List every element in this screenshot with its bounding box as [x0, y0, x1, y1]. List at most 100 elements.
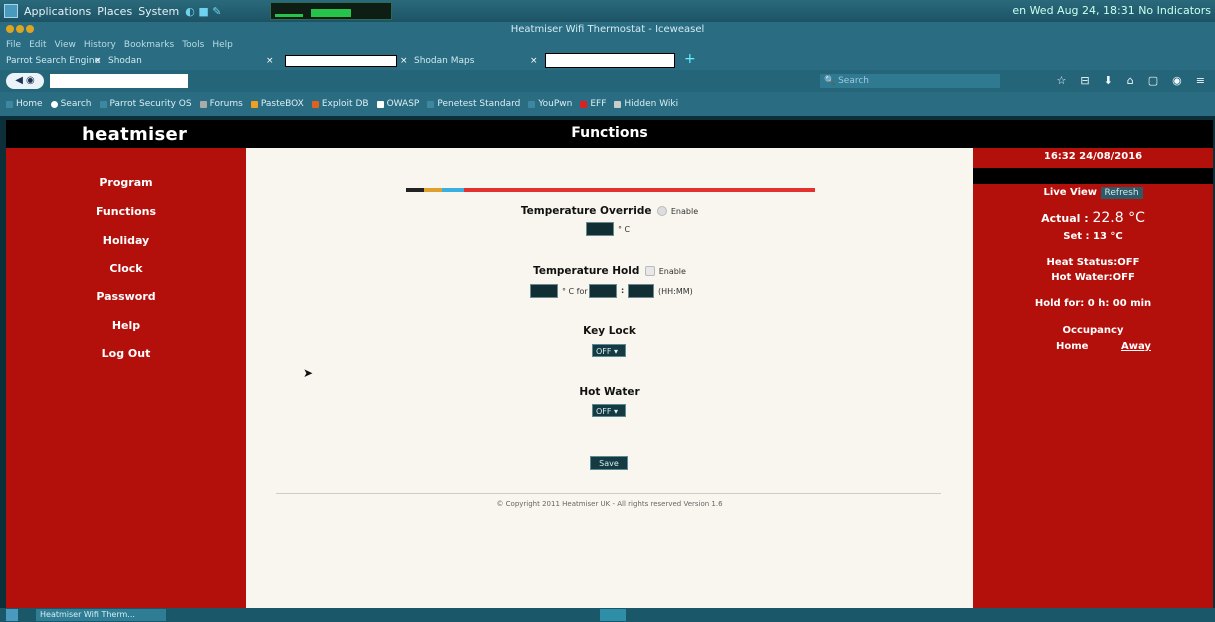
close-icon[interactable]: × — [400, 54, 408, 68]
bookmark-pentest-standard[interactable]: Penetest Standard — [427, 99, 520, 109]
actual-temperature: 22.8 °C — [1092, 210, 1145, 226]
site-header: heatmiser Functions — [6, 120, 1213, 148]
tab-bar: Parrot Search Engine × Shodan × × Shodan… — [0, 52, 1215, 70]
hot-water-select[interactable]: OFF ▾ — [592, 404, 626, 417]
hold-hours-input[interactable] — [589, 284, 617, 298]
bookmark-hidden-wiki[interactable]: Hidden Wiki — [614, 99, 678, 109]
bookmark-owasp[interactable]: OWASP — [376, 99, 419, 109]
bookmark-forums[interactable]: Forums — [199, 99, 243, 109]
tab-shodan[interactable]: Shodan — [108, 54, 142, 68]
bottom-taskbar: Heatmiser Wifi Therm... — [0, 608, 1215, 622]
occupancy-home[interactable]: Home — [1056, 341, 1088, 352]
black-divider-band — [973, 168, 1213, 184]
refresh-button[interactable]: Refresh — [1100, 187, 1143, 199]
navigation-toolbar: ◀ ◉ 🔍 Search ☆ ⊟ ⬇ ⌂ ▢ ◉ ≡ — [0, 70, 1215, 92]
hold-unit: ° C for — [562, 287, 588, 296]
tab-shodan-maps[interactable]: Shodan Maps — [414, 54, 474, 68]
hold-for-status: Hold for: 0 h: 00 min — [1034, 298, 1152, 309]
new-tab-icon[interactable]: + — [684, 52, 696, 66]
temperature-hold-row: Temperature Hold Enable — [246, 265, 973, 277]
distro-logo-icon[interactable] — [4, 4, 18, 18]
close-icon[interactable]: × — [266, 54, 274, 68]
key-lock-label: Key Lock — [583, 325, 636, 337]
sidebar-item-help[interactable]: Help — [6, 319, 246, 332]
launcher-icons[interactable]: ◐ ■ ✎ — [185, 5, 221, 18]
reader-icon[interactable]: ⊟ — [1080, 74, 1089, 87]
hold-enable-label: Enable — [658, 267, 686, 276]
menu-bookmarks[interactable]: Bookmarks — [124, 38, 174, 52]
hold-temp-input[interactable] — [530, 284, 558, 298]
left-sidebar: Program Functions Holiday Clock Password… — [6, 148, 246, 608]
bookmark-pastebox[interactable]: PasteBOX — [250, 99, 304, 109]
set-temperature: Set : 13 °C — [1063, 231, 1123, 242]
bookmarks-toolbar: Home Search Parrot Security OS Forums Pa… — [0, 92, 1215, 116]
override-enable-label: Enable — [670, 207, 699, 216]
override-temp-input[interactable] — [586, 222, 614, 236]
addon-icon[interactable]: ◉ — [1172, 74, 1182, 87]
window-title-bar: Heatmiser Wifi Thermostat - Iceweasel — [0, 22, 1215, 38]
bookmark-star-icon[interactable]: ☆ — [1056, 74, 1066, 87]
close-icon[interactable]: × — [530, 54, 538, 68]
pocket-icon[interactable]: ▢ — [1148, 74, 1158, 87]
temperature-override-label: Temperature Override — [520, 205, 652, 217]
sidebar-item-functions[interactable]: Functions — [6, 205, 246, 218]
url-field[interactable] — [50, 74, 188, 88]
bookmark-home[interactable]: Home — [6, 99, 43, 109]
heat-status: Heat Status:OFF — [1046, 257, 1140, 268]
override-unit: ° C — [618, 225, 631, 234]
hold-enable-checkbox[interactable] — [645, 266, 656, 276]
redacted-tab[interactable] — [285, 55, 397, 67]
system-monitor-applet — [270, 2, 392, 20]
sidebar-item-clock[interactable]: Clock — [6, 262, 246, 275]
menu-tools[interactable]: Tools — [182, 38, 204, 52]
close-icon[interactable]: × — [94, 54, 102, 68]
tab-parrot-search[interactable]: Parrot Search Engine — [6, 54, 100, 68]
copyright-text: © Copyright 2011 Heatmiser UK - All righ… — [496, 500, 723, 508]
hold-minutes-input[interactable] — [628, 284, 654, 298]
bookmark-exploitdb[interactable]: Exploit DB — [311, 99, 369, 109]
applications-menu[interactable]: Applications — [24, 5, 91, 18]
menu-icon[interactable]: ≡ — [1196, 74, 1205, 87]
back-button[interactable]: ◀ ◉ — [6, 73, 44, 89]
bookmark-parrot[interactable]: Parrot Security OS — [99, 99, 192, 109]
key-lock-select[interactable]: OFF ▾ — [592, 344, 626, 357]
menu-history[interactable]: History — [84, 38, 116, 52]
actual-label: Actual : — [1041, 212, 1089, 225]
color-strip-divider — [406, 188, 815, 192]
show-desktop-icon[interactable] — [6, 609, 18, 621]
sidebar-item-password[interactable]: Password — [6, 290, 246, 303]
hold-colon: : — [621, 286, 625, 295]
hot-water-status: Hot Water:OFF — [1051, 272, 1135, 283]
sidebar-item-logout[interactable]: Log Out — [6, 347, 246, 360]
home-icon[interactable]: ⌂ — [1127, 74, 1134, 87]
window-title: Heatmiser Wifi Thermostat - Iceweasel — [510, 24, 705, 35]
main-content: Temperature Override Enable ° C Temperat… — [246, 148, 973, 608]
sidebar-item-program[interactable]: Program — [6, 176, 246, 189]
temperature-override-row: Temperature Override Enable — [246, 205, 973, 217]
temperature-hold-label: Temperature Hold — [533, 265, 640, 277]
occupancy-away-link[interactable]: Away — [1121, 341, 1151, 352]
workspace-switcher[interactable] — [600, 609, 626, 621]
bookmark-eff[interactable]: EFF — [580, 99, 606, 109]
bookmark-youpwn[interactable]: YouPwn — [528, 99, 572, 109]
dropdown-arrow-icon: ▾ — [614, 347, 619, 356]
bookmark-search[interactable]: Search — [50, 99, 92, 109]
window-controls[interactable] — [6, 25, 34, 33]
places-menu[interactable]: Places — [97, 5, 132, 18]
menu-view[interactable]: View — [55, 38, 76, 52]
browser-menu-bar: File Edit View History Bookmarks Tools H… — [0, 38, 1215, 52]
taskbar-window-item[interactable]: Heatmiser Wifi Therm... — [36, 609, 166, 621]
mouse-cursor-icon: ➤ — [303, 366, 314, 380]
panel-clock[interactable]: en Wed Aug 24, 18:31 No Indicators — [1012, 4, 1211, 17]
search-field[interactable]: 🔍 Search — [820, 74, 1000, 88]
system-menu[interactable]: System — [138, 5, 179, 18]
menu-help[interactable]: Help — [212, 38, 233, 52]
menu-edit[interactable]: Edit — [29, 38, 46, 52]
menu-file[interactable]: File — [6, 38, 21, 52]
redacted-active-tab[interactable] — [545, 53, 675, 68]
download-icon[interactable]: ⬇ — [1104, 74, 1113, 87]
sidebar-item-holiday[interactable]: Holiday — [6, 234, 246, 247]
override-enable-checkbox[interactable] — [657, 206, 668, 216]
footer-divider — [276, 493, 941, 494]
save-button[interactable]: Save — [590, 456, 628, 470]
